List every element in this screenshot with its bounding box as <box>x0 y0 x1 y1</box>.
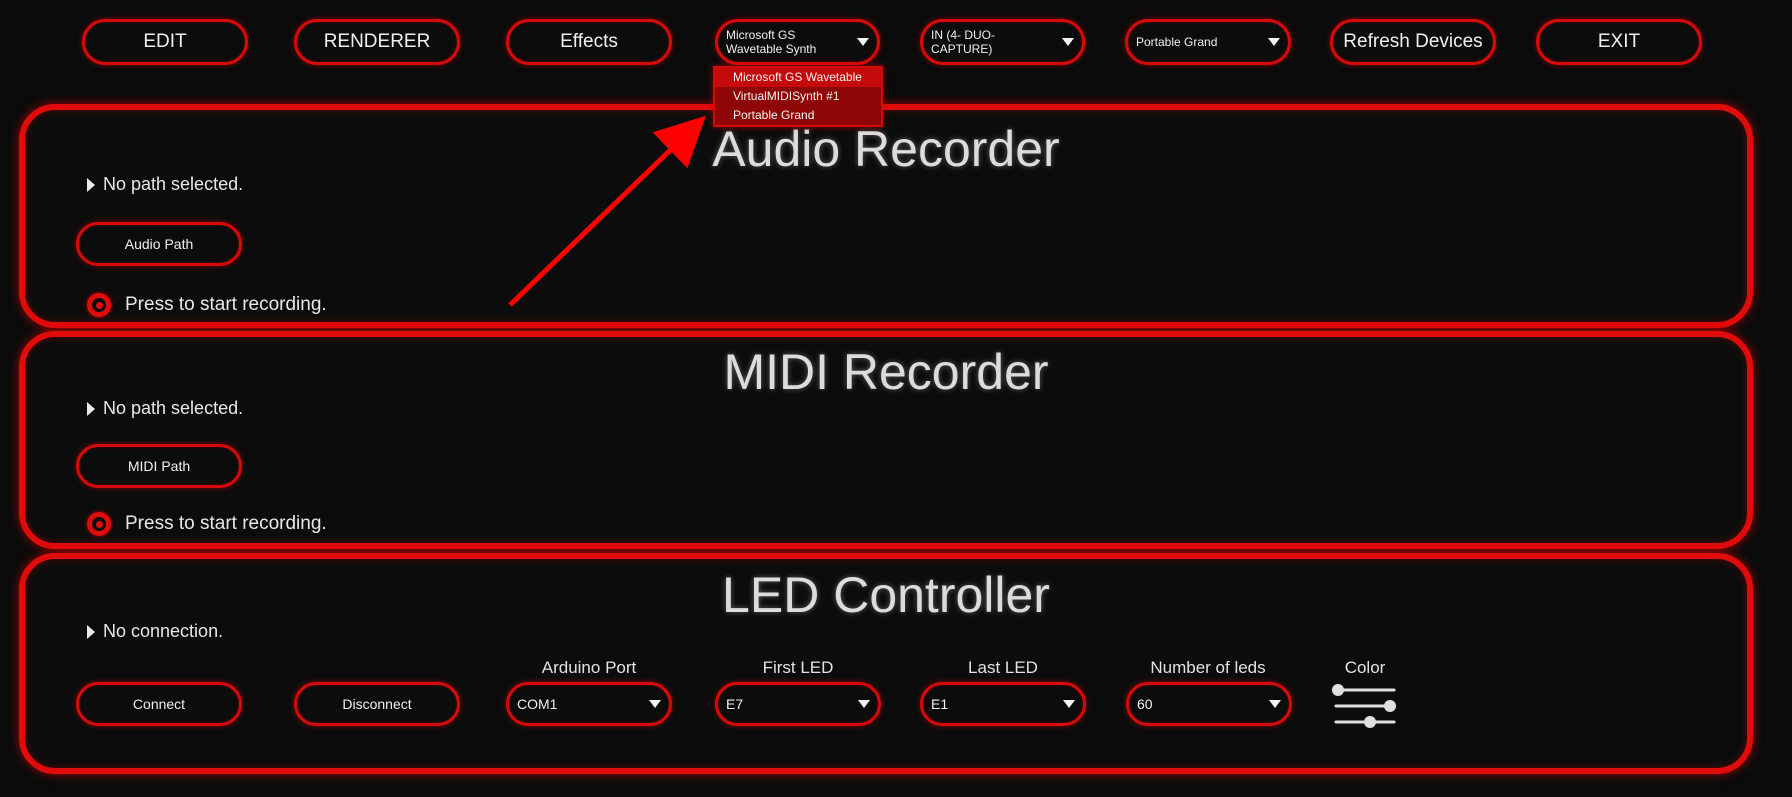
instrument-dropdown[interactable]: Portable Grand <box>1125 19 1291 65</box>
chevron-down-icon <box>857 38 869 46</box>
menu-item[interactable]: Portable Grand <box>715 106 881 125</box>
arduino-port-value: COM1 <box>517 696 558 712</box>
arduino-port-label: Arduino Port <box>541 658 637 677</box>
midi-path-status: No path selected. <box>87 398 243 419</box>
chevron-down-icon <box>858 700 870 708</box>
edit-button[interactable]: EDIT <box>82 19 248 65</box>
disconnect-button[interactable]: Disconnect <box>294 682 460 726</box>
arduino-port-dropdown[interactable]: COM1 <box>506 682 672 726</box>
refresh-devices-button[interactable]: Refresh Devices <box>1330 19 1496 65</box>
audio-path-button[interactable]: Audio Path <box>76 222 242 266</box>
status-text: No connection. <box>103 621 224 641</box>
triangle-right-icon <box>87 177 95 192</box>
record-hint: Press to start recording. <box>125 513 327 534</box>
instrument-dropdown-value: Portable Grand <box>1136 35 1218 49</box>
record-icon[interactable] <box>87 293 111 317</box>
midi-path-button[interactable]: MIDI Path <box>76 444 242 488</box>
menu-item[interactable]: VirtualMIDISynth #1 <box>715 87 881 106</box>
last-led-label: Last LED <box>968 658 1038 677</box>
effects-button[interactable]: Effects <box>506 19 672 65</box>
exit-button-label: EXIT <box>1597 31 1641 52</box>
chevron-down-icon <box>1063 700 1075 708</box>
audio-path-label: Audio Path <box>124 236 194 252</box>
renderer-button-label: RENDERER <box>323 31 431 52</box>
led-controller-panel: LED Controller No connection. <box>19 553 1753 774</box>
midi-record-control: Press to start recording. <box>87 512 327 536</box>
connect-button[interactable]: Connect <box>76 682 242 726</box>
num-leds-label: Number of leds <box>1150 658 1266 677</box>
midi-in-dropdown[interactable]: IN (4- DUO-CAPTURE) <box>920 19 1085 65</box>
color-label: Color <box>1344 658 1386 677</box>
first-led-label: First LED <box>762 658 834 677</box>
synth-dropdown[interactable]: Microsoft GS Wavetable Synth <box>715 19 880 65</box>
sliders-icon[interactable] <box>1330 682 1400 730</box>
chevron-down-icon <box>649 700 661 708</box>
effects-button-label: Effects <box>560 31 618 52</box>
app-window: EDIT RENDERER Effects Microsoft GS Wavet… <box>0 0 1792 797</box>
last-led-value: E1 <box>931 696 949 712</box>
first-led-value: E7 <box>726 696 744 712</box>
chevron-down-icon <box>1268 38 1280 46</box>
audio-recorder-panel: Audio Recorder No path selected. Audio P… <box>19 104 1753 328</box>
refresh-devices-label: Refresh Devices <box>1343 31 1483 52</box>
disconnect-label: Disconnect <box>342 696 412 712</box>
audio-record-control: Press to start recording. <box>87 293 327 317</box>
synth-dropdown-value: Microsoft GS Wavetable Synth <box>726 28 817 56</box>
record-hint: Press to start recording. <box>125 294 327 315</box>
edit-button-label: EDIT <box>143 31 187 52</box>
connect-label: Connect <box>132 696 186 712</box>
synth-dropdown-menu: Microsoft GS Wavetable VirtualMIDISynth … <box>713 66 883 127</box>
panel-title: Audio Recorder <box>712 121 1060 177</box>
midi-path-label: MIDI Path <box>127 458 191 474</box>
renderer-button[interactable]: RENDERER <box>294 19 460 65</box>
chevron-down-icon <box>1269 700 1281 708</box>
record-icon[interactable] <box>87 512 111 536</box>
triangle-right-icon <box>87 624 95 639</box>
menu-item[interactable]: Microsoft GS Wavetable <box>715 68 881 87</box>
audio-path-status: No path selected. <box>87 174 243 195</box>
panel-title: LED Controller <box>722 567 1050 623</box>
status-text: No path selected. <box>103 398 244 418</box>
num-leds-dropdown[interactable]: 60 <box>1126 682 1292 726</box>
last-led-dropdown[interactable]: E1 <box>920 682 1086 726</box>
panel-title: MIDI Recorder <box>723 344 1049 400</box>
exit-button[interactable]: EXIT <box>1536 19 1702 65</box>
status-text: No path selected. <box>103 174 244 194</box>
led-connection-status: No connection. <box>87 621 223 642</box>
midi-recorder-panel: MIDI Recorder No path selected. MIDI Pat… <box>19 331 1753 549</box>
chevron-down-icon <box>1062 38 1074 46</box>
triangle-right-icon <box>87 401 95 416</box>
first-led-dropdown[interactable]: E7 <box>715 682 881 726</box>
midi-in-dropdown-value: IN (4- DUO-CAPTURE) <box>931 28 995 56</box>
num-leds-value: 60 <box>1137 696 1153 712</box>
